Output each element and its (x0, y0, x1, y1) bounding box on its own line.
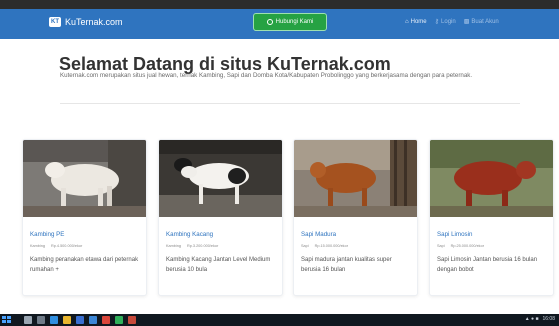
taskbar-apps (24, 316, 136, 324)
product-description: Kambing peranakan etawa dari peternak ru… (30, 257, 139, 273)
product-description: Sapi Limosin Jantan berusia 16 bulan den… (437, 257, 538, 273)
task-view-icon[interactable] (37, 316, 45, 324)
divider (60, 103, 520, 104)
product-name[interactable]: Kambing PE (30, 231, 139, 238)
product-category: Kambing (166, 244, 181, 248)
product-card[interactable]: Kambing PE Kambing Rp.4.500.000/ekor Kam… (22, 139, 147, 296)
product-price: Rp.25.000.000/ekor (450, 244, 484, 248)
product-image-kambing-pe[interactable] (23, 140, 146, 217)
product-description: Sapi madura jantan kualitas super berusi… (301, 257, 392, 273)
product-price: Rp.3.200.000/ekor (187, 244, 219, 248)
tray-icons[interactable]: ▲ ● ■ (525, 316, 539, 322)
nav-register-label: Buat Akun (471, 18, 499, 25)
product-name[interactable]: Sapi Limosin (437, 231, 546, 238)
home-icon: ⌂ (405, 18, 409, 25)
key-icon: ⚷ (434, 19, 440, 25)
browser-icon[interactable] (50, 316, 58, 324)
system-tray: ▲ ● ■ 16:08 (525, 316, 555, 322)
product-category: Kambing (30, 244, 45, 248)
product-image-sapi-madura[interactable] (294, 140, 417, 217)
product-name[interactable]: Sapi Madura (301, 231, 410, 238)
product-card[interactable]: Sapi Madura Sapi Rp.15.000.000/ekor Sapi… (293, 139, 418, 296)
product-category: Sapi (437, 244, 445, 248)
product-meta: Sapi Rp.15.000.000/ekor (301, 244, 410, 248)
chrome-icon[interactable] (102, 316, 110, 324)
user-plus-icon: ▩ (463, 19, 470, 25)
os-taskbar: ▲ ● ■ 16:08 (0, 314, 559, 326)
goat-black-white-image (159, 140, 282, 217)
nav-register-link[interactable]: ▩ Buat Akun (463, 18, 499, 26)
product-description: Kambing Kacang Jantan Level Medium berus… (166, 257, 271, 273)
product-price: Rp.4.500.000/ekor (51, 244, 83, 248)
clock[interactable]: 16:08 (542, 316, 555, 322)
nav-links: ⌂ Home ⚷ Login ▩ Buat Akun (405, 18, 499, 26)
page-description: Kuternak.com merupakan situs jual hewan,… (60, 72, 473, 79)
whatsapp-icon (266, 19, 273, 25)
product-meta: Kambing Rp.4.500.000/ekor (30, 244, 139, 248)
whatsapp-contact-button[interactable]: Hubungi Kami (253, 13, 327, 31)
product-card[interactable]: Sapi Limosin Sapi Rp.25.000.000/ekor Sap… (429, 139, 554, 296)
windows-start-icon[interactable] (2, 316, 12, 324)
nav-login-label: Login (441, 18, 456, 25)
nav-home-label: Home (410, 18, 427, 25)
whatsapp-button-label: Hubungi Kami (275, 19, 314, 25)
app-icon[interactable] (115, 316, 123, 324)
brand[interactable]: KT KuTernak.com (49, 17, 123, 27)
nav-login-link[interactable]: ⚷ Login (434, 18, 456, 26)
product-image-sapi-limosin[interactable] (430, 140, 553, 217)
product-meta: Kambing Rp.3.200.000/ekor (166, 244, 275, 248)
navbar: KT KuTernak.com Hubungi Kami ⌂ Home ⚷ Lo… (0, 9, 559, 39)
product-cards: Kambing PE Kambing Rp.4.500.000/ekor Kam… (0, 139, 559, 299)
store-icon[interactable] (76, 316, 84, 324)
nav-home-link[interactable]: ⌂ Home (405, 18, 427, 25)
product-category: Sapi (301, 244, 309, 248)
brand-logo: KT (49, 17, 61, 27)
folder-icon[interactable] (63, 316, 71, 324)
product-card[interactable]: Kambing Kacang Kambing Rp.3.200.000/ekor… (158, 139, 283, 296)
product-meta: Sapi Rp.25.000.000/ekor (437, 244, 546, 248)
mail-icon[interactable] (89, 316, 97, 324)
search-icon[interactable] (24, 316, 32, 324)
brand-text: KuTernak.com (65, 17, 123, 27)
product-image-kambing-kacang[interactable] (159, 140, 282, 217)
photos-icon[interactable] (128, 316, 136, 324)
product-price: Rp.15.000.000/ekor (314, 244, 348, 248)
product-name[interactable]: Kambing Kacang (166, 231, 275, 238)
cow-red-image (430, 140, 553, 217)
goat-white-image (23, 140, 146, 217)
cow-brown-image (294, 140, 417, 217)
